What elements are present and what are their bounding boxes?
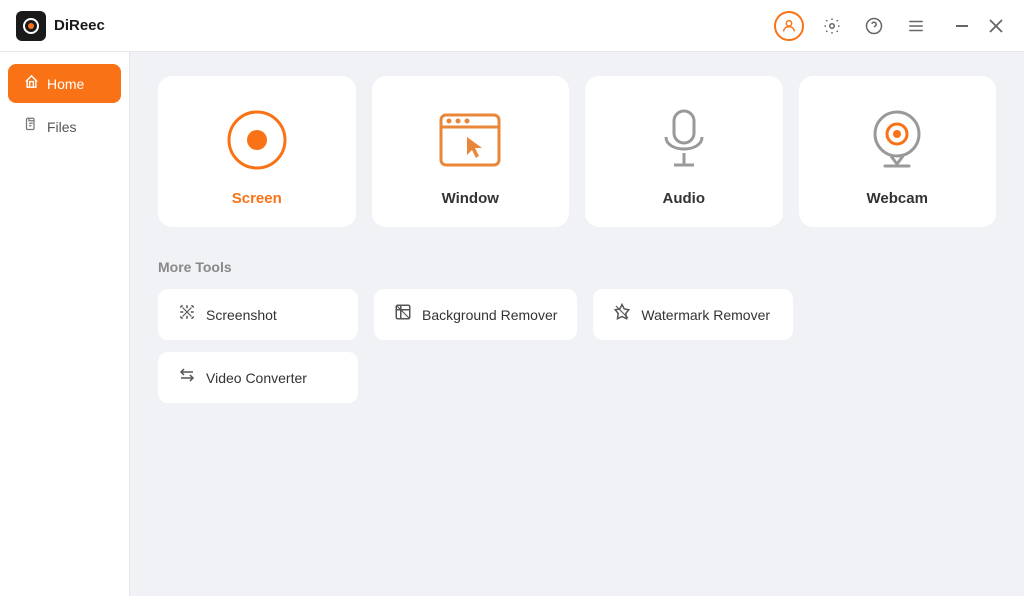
video-converter-icon bbox=[178, 366, 196, 389]
close-button[interactable] bbox=[984, 14, 1008, 38]
audio-icon bbox=[648, 104, 720, 176]
window-controls bbox=[950, 14, 1008, 38]
profile-icon[interactable] bbox=[774, 11, 804, 41]
wm-remover-icon bbox=[613, 303, 631, 326]
video-converter-label: Video Converter bbox=[206, 370, 307, 386]
audio-card[interactable]: Audio bbox=[585, 76, 783, 227]
logo-dot bbox=[28, 23, 34, 29]
more-tools-section: More Tools bbox=[158, 259, 996, 403]
window-card[interactable]: Window bbox=[372, 76, 570, 227]
screen-icon bbox=[221, 104, 293, 176]
titlebar: DiReec bbox=[0, 0, 1024, 52]
settings-icon[interactable] bbox=[818, 12, 846, 40]
sidebar-item-home[interactable]: Home bbox=[8, 64, 121, 103]
screenshot-button[interactable]: Screenshot bbox=[158, 289, 358, 340]
screen-label: Screen bbox=[232, 190, 282, 207]
sidebar-item-files[interactable]: Files bbox=[8, 107, 121, 146]
tools-grid: Screenshot Background Remover bbox=[158, 289, 996, 403]
audio-label: Audio bbox=[663, 190, 706, 207]
recording-cards: Screen Window bbox=[158, 76, 996, 227]
window-label: Window bbox=[442, 190, 499, 207]
minimize-button[interactable] bbox=[950, 14, 974, 38]
main-content: Screen Window bbox=[130, 52, 1024, 596]
bg-remover-label: Background Remover bbox=[422, 307, 557, 323]
help-icon[interactable] bbox=[860, 12, 888, 40]
webcam-card[interactable]: Webcam bbox=[799, 76, 997, 227]
wm-remover-label: Watermark Remover bbox=[641, 307, 770, 323]
home-icon bbox=[24, 74, 39, 93]
screenshot-icon bbox=[178, 303, 196, 326]
sidebar: Home Files bbox=[0, 52, 130, 596]
screen-card[interactable]: Screen bbox=[158, 76, 356, 227]
webcam-label: Webcam bbox=[867, 190, 928, 207]
main-layout: Home Files bbox=[0, 52, 1024, 596]
logo-icon bbox=[16, 11, 46, 41]
app-name: DiReec bbox=[54, 17, 105, 34]
sidebar-home-label: Home bbox=[47, 76, 84, 92]
video-converter-button[interactable]: Video Converter bbox=[158, 352, 358, 403]
bg-remover-icon bbox=[394, 303, 412, 326]
app-logo: DiReec bbox=[16, 11, 105, 41]
tools-row-1: Screenshot Background Remover bbox=[158, 289, 996, 340]
titlebar-actions bbox=[774, 11, 1008, 41]
screenshot-label: Screenshot bbox=[206, 307, 277, 323]
wm-remover-button[interactable]: Watermark Remover bbox=[593, 289, 793, 340]
webcam-icon bbox=[861, 104, 933, 176]
bg-remover-button[interactable]: Background Remover bbox=[374, 289, 577, 340]
window-icon bbox=[434, 104, 506, 176]
more-tools-title: More Tools bbox=[158, 259, 996, 275]
sidebar-files-label: Files bbox=[47, 119, 77, 135]
menu-icon[interactable] bbox=[902, 12, 930, 40]
logo-inner bbox=[23, 18, 39, 34]
tools-row-2: Video Converter bbox=[158, 352, 996, 403]
files-icon bbox=[24, 117, 39, 136]
